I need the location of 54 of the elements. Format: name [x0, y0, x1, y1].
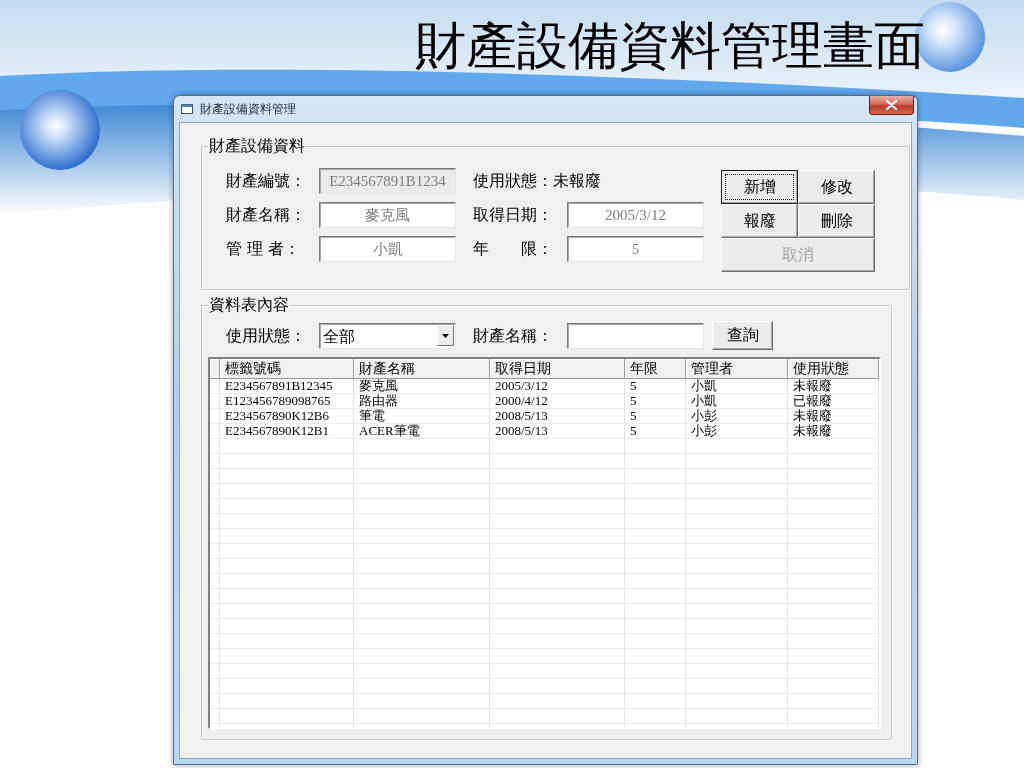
table-cell: E234567891B12345: [220, 379, 354, 394]
table-cell: 5: [625, 379, 686, 394]
table-cell: 2005/3/12: [490, 379, 625, 394]
table-cell: 路由器: [354, 394, 490, 409]
table-cell: 2000/4/12: [490, 394, 625, 409]
row-header-corner: [210, 359, 220, 379]
window-icon: [181, 103, 194, 115]
group-title: 資料表內容: [208, 296, 290, 314]
status-dropdown[interactable]: 全部: [319, 322, 456, 349]
column-header[interactable]: 管理者: [686, 359, 788, 379]
action-button[interactable]: 修改: [798, 170, 875, 204]
table-cell: 小凱: [686, 394, 788, 409]
field-label: 使用狀態：: [473, 171, 553, 191]
field-label: 年 限：: [473, 239, 554, 259]
field-label: 財產編號：: [226, 171, 307, 191]
input-field[interactable]: 2005/3/12: [567, 202, 704, 228]
table-cell: 未報廢: [788, 379, 879, 394]
table-cell: 筆電: [354, 409, 490, 424]
column-header[interactable]: 年限: [625, 359, 686, 379]
close-icon: [886, 100, 897, 110]
action-button[interactable]: 新增: [721, 170, 798, 204]
input-field[interactable]: [567, 322, 704, 349]
field-label: 取得日期：: [473, 205, 554, 225]
table-cell: 5: [625, 394, 686, 409]
search-button[interactable]: 查詢: [712, 321, 773, 350]
input-field[interactable]: 麥克風: [319, 202, 456, 228]
table-cell: 5: [625, 409, 686, 424]
dropdown-button[interactable]: [437, 325, 454, 346]
table-cell: 已報廢: [788, 394, 879, 409]
field-label: 財產名稱：: [473, 325, 554, 346]
status-value: 未報廢: [553, 171, 601, 191]
window-title: 財產設備資料管理: [200, 100, 296, 118]
column-header[interactable]: 取得日期: [490, 359, 625, 379]
table-cell: 2008/5/13: [490, 409, 625, 424]
input-field[interactable]: 5: [567, 236, 704, 262]
group-title: 財產設備資料: [208, 137, 306, 155]
field-label: 管 理 者：: [226, 239, 302, 259]
column-header[interactable]: 使用狀態: [788, 359, 879, 379]
column-header[interactable]: 財產名稱: [354, 359, 490, 379]
column-header[interactable]: 標籤號碼: [220, 359, 354, 379]
table-cell: 麥克風: [354, 379, 490, 394]
table-cell: E123456789098765: [220, 394, 354, 409]
close-button[interactable]: [869, 96, 914, 115]
action-button[interactable]: 報廢: [721, 204, 798, 238]
table-cell: E234567890K12B6: [220, 409, 354, 424]
field-label: 財產名稱：: [226, 205, 307, 225]
action-button[interactable]: 刪除: [798, 204, 875, 238]
table-cell: 未報廢: [788, 409, 879, 424]
input-field[interactable]: 小凱: [319, 236, 456, 262]
caret-icon: [442, 333, 449, 338]
field-label: 使用狀態：: [226, 325, 307, 346]
slide-title: 財產設備資料管理畫面: [415, 18, 925, 75]
table-cell: 小凱: [686, 379, 788, 394]
table-cell: 小彭: [686, 409, 788, 424]
